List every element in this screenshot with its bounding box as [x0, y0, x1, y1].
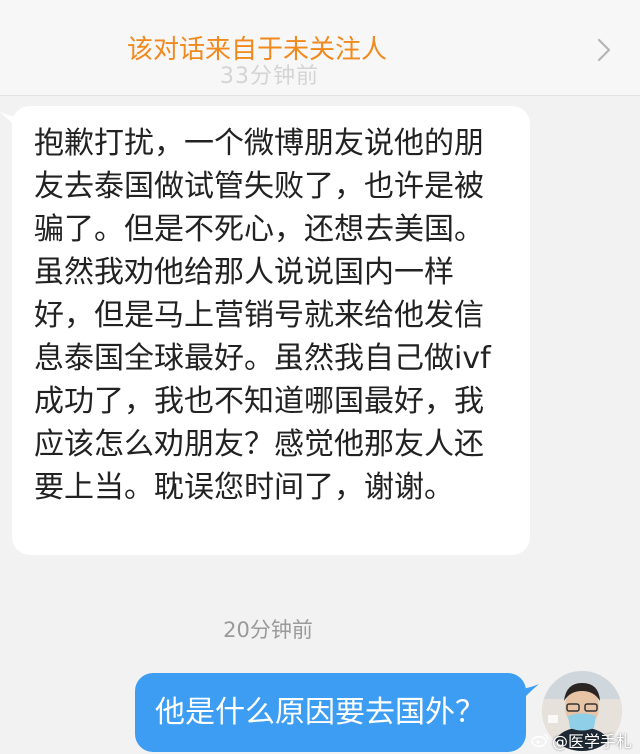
watermark: @医学手札 — [531, 728, 632, 752]
watermark-text: @医学手札 — [552, 732, 633, 751]
chevron-right-icon — [597, 38, 611, 62]
message-timestamp: 20分钟前 — [223, 618, 313, 642]
unfollowed-conversation-banner[interactable]: 33分钟前 该对话来自于未关注人 — [0, 0, 640, 96]
banner-text: 该对话来自于未关注人 — [127, 35, 388, 65]
incoming-message-bubble[interactable]: 抱歉打扰，一个微博朋友说他的朋友去泰国做试管失败了，也许是被骗了。但是不死心，还… — [12, 106, 530, 555]
incoming-message-text: 抱歉打扰，一个微博朋友说他的朋友去泰国做试管失败了，也许是被骗了。但是不死心，还… — [34, 126, 491, 505]
outgoing-message-text: 他是什么原因要去国外？ — [155, 694, 485, 730]
outgoing-message-bubble[interactable]: 他是什么原因要去国外？ — [135, 673, 526, 752]
weibo-logo-icon — [531, 733, 549, 747]
